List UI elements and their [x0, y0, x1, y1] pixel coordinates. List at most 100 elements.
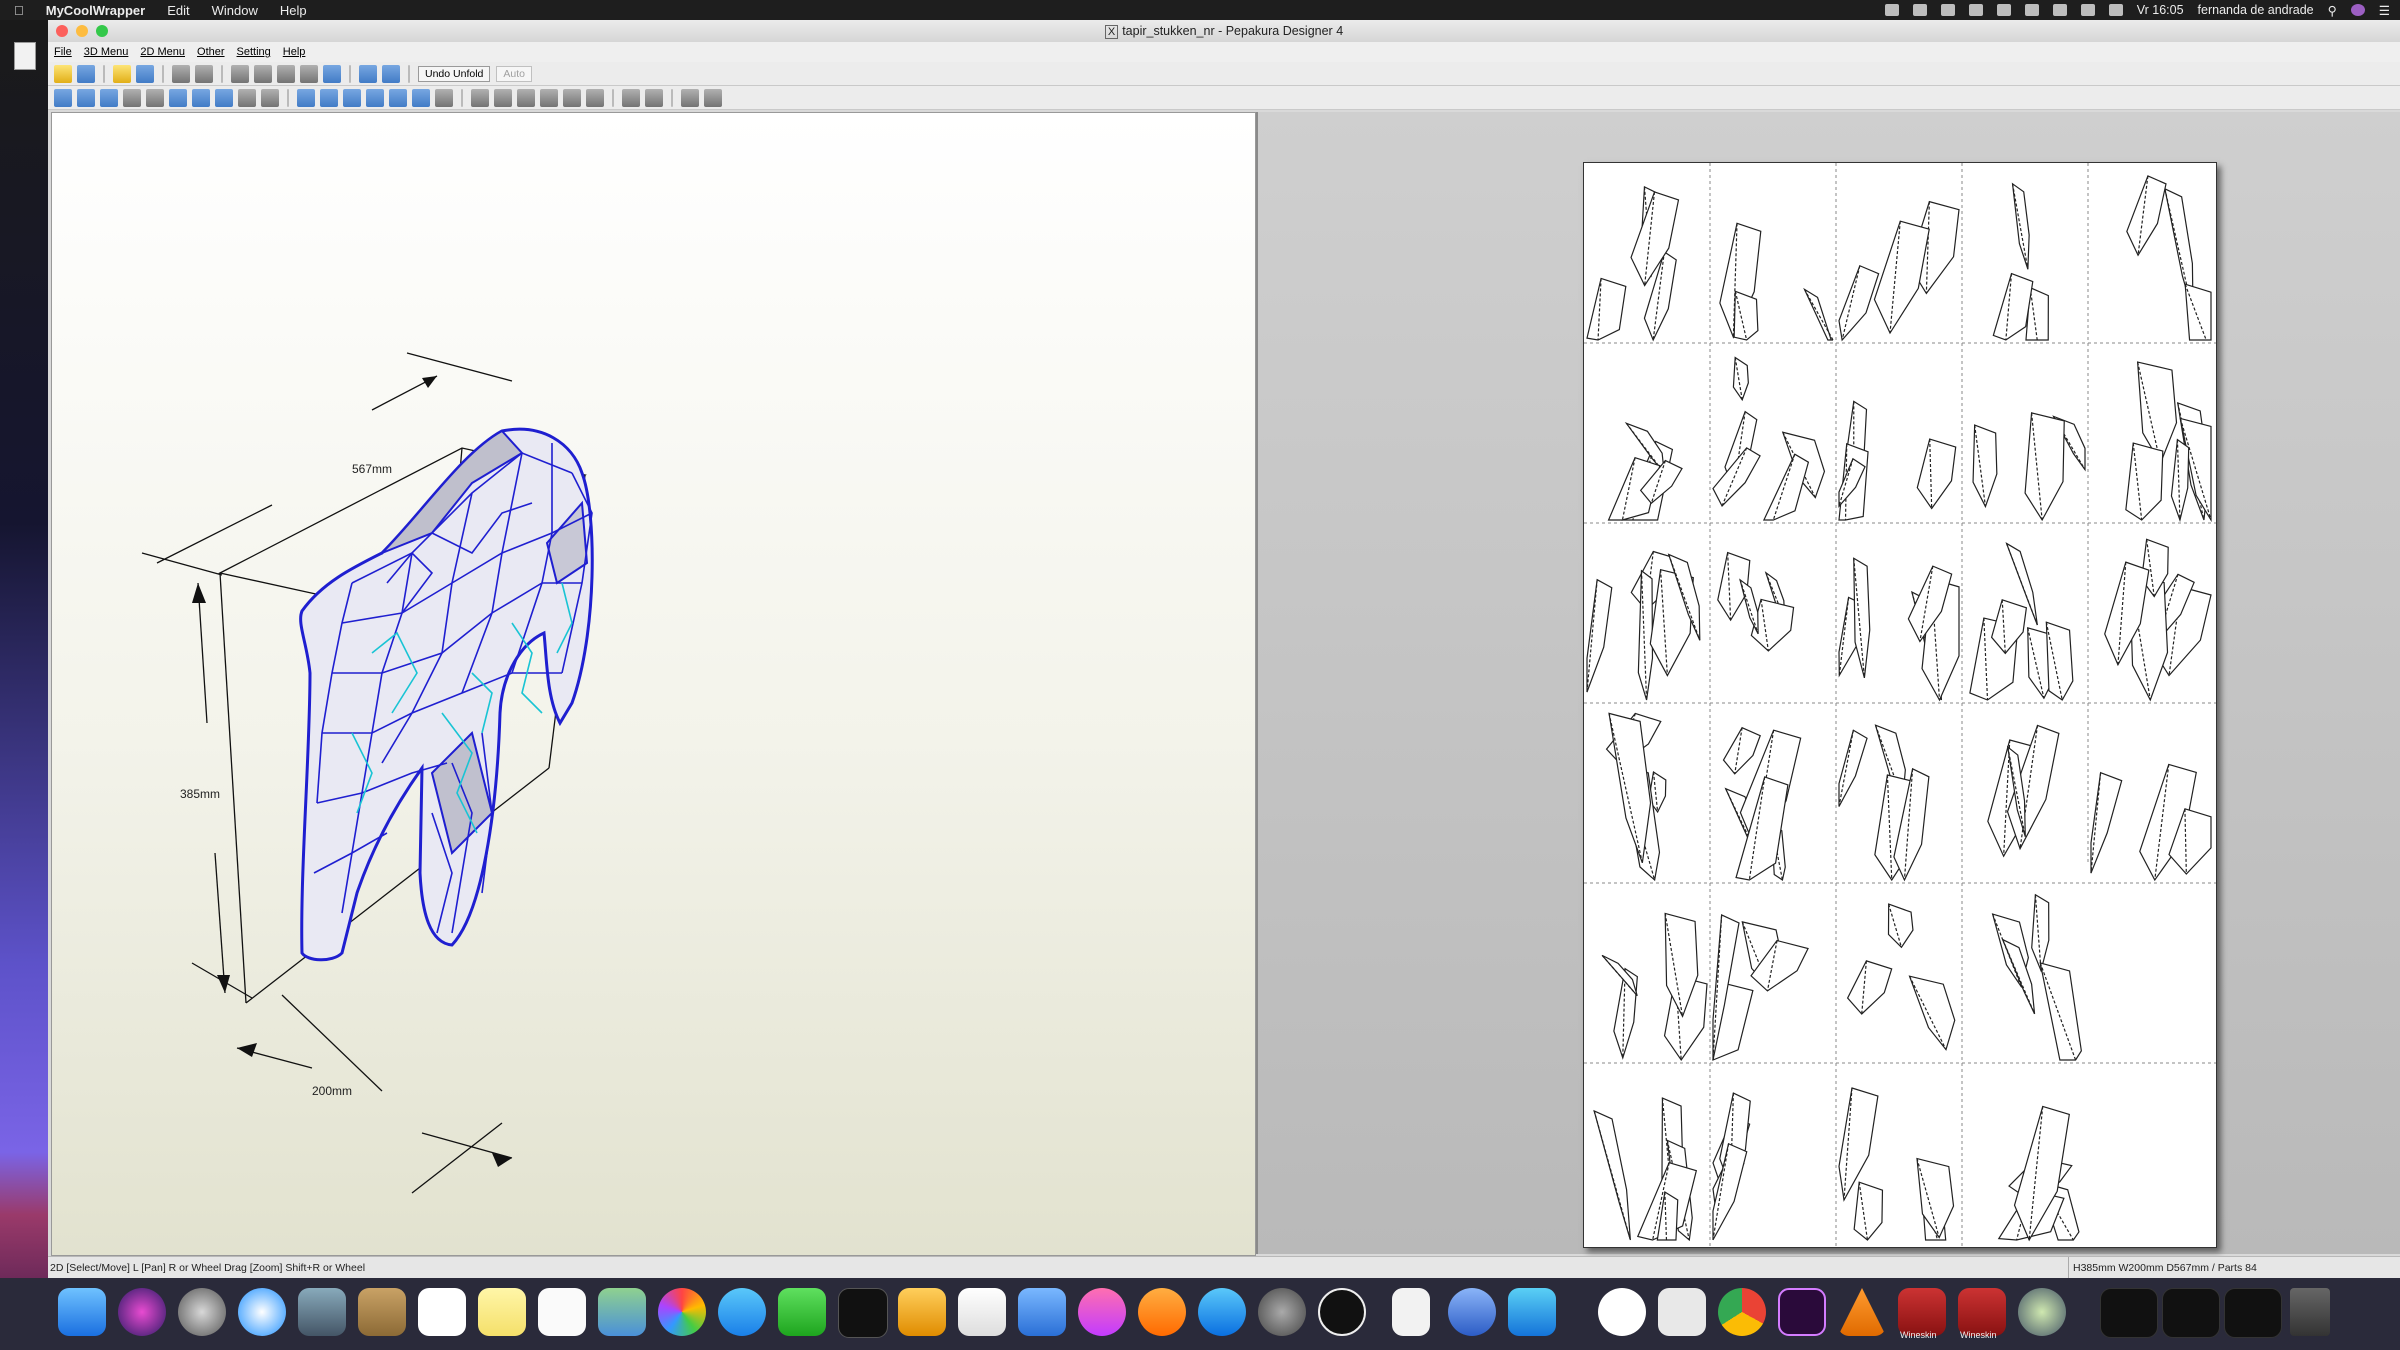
spotlight-icon[interactable]: ⚲ [2328, 3, 2337, 18]
messages-icon[interactable] [718, 1288, 766, 1336]
menubar-app-name[interactable]: MyCoolWrapper [46, 3, 145, 18]
unfolded-part[interactable] [2039, 962, 2082, 1061]
trash-icon[interactable] [2290, 1288, 2330, 1336]
split-view-icon[interactable] [359, 64, 377, 83]
paper-sheet[interactable] [1583, 162, 2217, 1248]
menubar-clock[interactable]: Vr 16:05 [2137, 3, 2184, 17]
link-icon[interactable] [323, 64, 341, 83]
save-icon[interactable] [77, 64, 95, 83]
airplay-icon[interactable] [1996, 4, 2011, 16]
align-1-icon[interactable] [471, 88, 489, 107]
siri-icon[interactable] [118, 1288, 166, 1336]
launchpad-icon[interactable] [178, 1288, 226, 1336]
maps-icon[interactable] [598, 1288, 646, 1336]
axis-icon[interactable] [277, 64, 295, 83]
finder-icon[interactable] [58, 1288, 106, 1336]
menu-3d[interactable]: 3D Menu [84, 46, 129, 58]
chrome-icon[interactable] [1718, 1288, 1766, 1336]
siri-icon[interactable] [2350, 4, 2365, 16]
rotate-part-icon[interactable] [77, 88, 95, 107]
premiere-icon[interactable] [1778, 1288, 1826, 1336]
tray-icon-1[interactable] [1884, 4, 1899, 16]
image-icon[interactable] [192, 88, 210, 107]
dropbox-icon[interactable] [1968, 4, 1983, 16]
tray-icon-2[interactable] [1912, 4, 1927, 16]
unfolded-part[interactable] [1586, 578, 1613, 693]
unfolded-part[interactable] [1887, 903, 1914, 949]
align-3-icon[interactable] [517, 88, 535, 107]
unfolded-part[interactable] [1846, 960, 1893, 1015]
calendar-icon[interactable] [418, 1288, 466, 1336]
fit-view-icon[interactable] [681, 88, 699, 107]
wifi-icon[interactable] [2080, 4, 2095, 16]
auto-checkbox[interactable]: Auto [496, 65, 532, 82]
rotate-icon[interactable] [172, 64, 190, 83]
join-edge-icon[interactable] [100, 88, 118, 107]
unfolded-part[interactable] [2031, 893, 2050, 973]
close-button[interactable] [56, 25, 68, 37]
print-icon[interactable] [435, 88, 453, 107]
menu-file[interactable]: File [54, 46, 72, 58]
document-icon[interactable] [14, 42, 36, 70]
tray-icon-3[interactable] [1940, 4, 1955, 16]
unfolded-part[interactable] [1853, 557, 1871, 679]
page-1-icon[interactable] [366, 88, 384, 107]
notification-center-icon[interactable]: ☰ [2379, 3, 2390, 18]
openframeworks-icon[interactable] [1318, 1288, 1366, 1336]
layout-3-icon[interactable] [343, 88, 361, 107]
textedit-icon[interactable] [1658, 1288, 1706, 1336]
contacts-icon[interactable] [358, 1288, 406, 1336]
unfolded-part[interactable] [2184, 283, 2212, 341]
text-icon[interactable] [169, 88, 187, 107]
facetime-icon[interactable] [778, 1288, 826, 1336]
align-5-icon[interactable] [563, 88, 581, 107]
unfolded-part[interactable] [1762, 453, 1810, 521]
unfolded-parts-canvas[interactable] [1584, 163, 2216, 1247]
3d-view-pane[interactable]: 567mm 385mm 200mm [51, 112, 1256, 1256]
time-machine-icon[interactable] [2024, 4, 2039, 16]
unfolded-part[interactable] [1637, 569, 1654, 701]
eye-app-icon[interactable] [2018, 1288, 2066, 1336]
wineskin-icon-1[interactable] [1898, 1288, 1946, 1336]
unfolded-parts[interactable] [1586, 175, 2212, 1242]
kodi-icon[interactable] [1508, 1288, 1556, 1336]
single-view-icon[interactable] [382, 64, 400, 83]
unfolded-part[interactable] [1722, 726, 1761, 775]
2d-view-pane[interactable] [1256, 112, 2400, 1254]
pages-icon[interactable] [898, 1288, 946, 1336]
pencil-icon[interactable] [146, 88, 164, 107]
lightbulb-icon[interactable] [113, 64, 131, 83]
unfolded-part[interactable] [1916, 438, 1957, 510]
menubar-item-window[interactable]: Window [212, 3, 258, 18]
r-icon[interactable] [1448, 1288, 1496, 1336]
zoom-icon[interactable] [704, 88, 722, 107]
unfolded-part[interactable] [1803, 287, 1833, 341]
layout-1-icon[interactable] [297, 88, 315, 107]
flip-1-icon[interactable] [622, 88, 640, 107]
minimized-window-2[interactable] [2162, 1288, 2220, 1338]
minimized-window-1[interactable] [2100, 1288, 2158, 1338]
mail-app-icon[interactable] [298, 1288, 346, 1336]
menubar-user[interactable]: fernanda de andrade [2198, 3, 2314, 17]
keynote-icon[interactable] [1018, 1288, 1066, 1336]
system-preferences-icon[interactable] [1258, 1288, 1306, 1336]
unfolded-part[interactable] [1838, 264, 1880, 342]
flip-2-icon[interactable] [645, 88, 663, 107]
unfolded-part[interactable] [1908, 975, 1956, 1051]
blank-document-icon[interactable] [1392, 1288, 1430, 1336]
unfolded-part[interactable] [1733, 290, 1759, 341]
menu-other[interactable]: Other [197, 46, 225, 58]
columns-icon[interactable] [300, 64, 318, 83]
align-6-icon[interactable] [586, 88, 604, 107]
menubar-item-help[interactable]: Help [280, 3, 307, 18]
paint-icon[interactable] [231, 64, 249, 83]
redo-icon[interactable] [261, 88, 279, 107]
3d-model-canvas[interactable]: 567mm 385mm 200mm [52, 113, 1255, 1255]
photos-icon[interactable] [658, 1288, 706, 1336]
select-move-icon[interactable] [54, 88, 72, 107]
unfolded-part[interactable] [1853, 1181, 1884, 1241]
menubar-item-edit[interactable]: Edit [167, 3, 189, 18]
undo-icon[interactable] [238, 88, 256, 107]
numbers-icon[interactable] [958, 1288, 1006, 1336]
terminal-icon[interactable] [838, 1288, 888, 1338]
